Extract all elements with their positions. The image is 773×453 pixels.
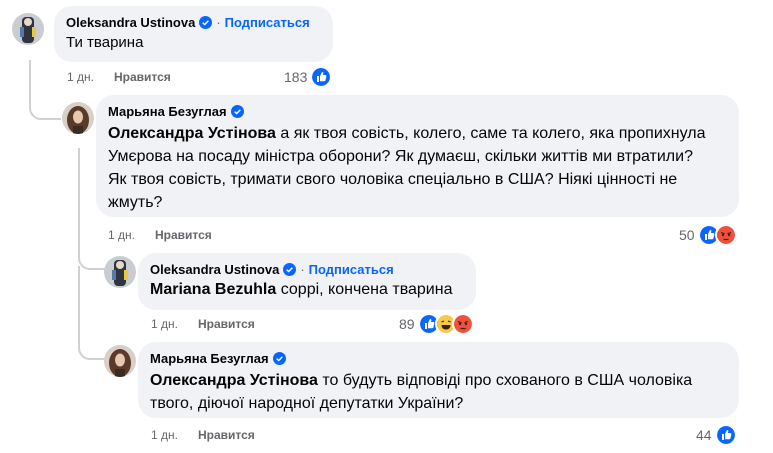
comment-text: Олександра Устінова то будуть відповіді … bbox=[150, 369, 727, 415]
comment-text-line: Як твоя совість, тримати свого чоловіка … bbox=[108, 171, 678, 188]
mention-link[interactable]: Олександра Устінова bbox=[108, 125, 276, 142]
reaction-count: 44 bbox=[696, 427, 712, 443]
comment-text: Олександра Устінова а як твоя совість, к… bbox=[108, 122, 727, 214]
comment-text-line: а як твоя совість, колего, саме та колег… bbox=[275, 125, 706, 142]
comment-bubble: Oleksandra Ustinova · Подписаться Ти тва… bbox=[54, 6, 333, 62]
timestamp[interactable]: 1 дн. bbox=[151, 427, 178, 443]
like-button[interactable]: Нравится bbox=[155, 227, 212, 243]
author-name[interactable]: Oleksandra Ustinova bbox=[150, 261, 279, 278]
reaction-summary[interactable]: 50 bbox=[679, 224, 737, 246]
verified-badge-icon bbox=[283, 263, 297, 276]
author-name[interactable]: Марьяна Безуглая bbox=[150, 350, 269, 367]
timestamp[interactable]: 1 дн. bbox=[151, 316, 178, 332]
like-icon bbox=[310, 66, 333, 88]
thread-line-sub-curve-1 bbox=[78, 248, 106, 270]
comment-text: Ти тварина bbox=[66, 34, 144, 51]
avatar[interactable] bbox=[104, 345, 136, 377]
separator-dot: · bbox=[216, 15, 221, 30]
thread-line-main-curve bbox=[29, 98, 61, 120]
timestamp[interactable]: 1 дн. bbox=[67, 69, 94, 85]
reaction-count: 50 bbox=[679, 227, 695, 243]
comment-meta: 1 дн. Нравится bbox=[151, 427, 255, 443]
reaction-summary[interactable]: 89 bbox=[399, 313, 474, 335]
author-name[interactable]: Марьяна Безуглая bbox=[108, 103, 227, 120]
comment-meta: 1 дн. Нравится bbox=[151, 316, 255, 332]
comment-bubble: Марьяна Безуглая Олександра Устінова а я… bbox=[96, 95, 739, 217]
thread-line-sub bbox=[78, 148, 80, 248]
timestamp[interactable]: 1 дн. bbox=[108, 227, 135, 243]
comment-text-line: то будуть відповіді про схованого в США … bbox=[317, 372, 693, 389]
angry-icon bbox=[714, 224, 737, 246]
like-button[interactable]: Нравится bbox=[114, 69, 171, 85]
comment-text: Mariana Bezuhla соррі, кончена тварина bbox=[150, 280, 464, 300]
thread-line-sub-2 bbox=[78, 266, 80, 346]
comment-text-line: Умєрова на посаду міністра оборони? Як д… bbox=[108, 148, 693, 165]
verified-badge-icon bbox=[199, 16, 213, 29]
like-icon bbox=[714, 424, 737, 446]
separator-dot: · bbox=[300, 262, 305, 277]
author-name[interactable]: Oleksandra Ustinova bbox=[66, 14, 195, 31]
reaction-summary[interactable]: 183 bbox=[284, 66, 333, 88]
verified-badge-icon bbox=[272, 352, 286, 365]
mention-link[interactable]: Олександра Устінова bbox=[150, 372, 318, 389]
comment-meta: 1 дн. Нравится bbox=[67, 69, 171, 85]
like-button[interactable]: Нравится bbox=[198, 316, 255, 332]
angry-icon bbox=[451, 313, 474, 335]
reaction-count: 89 bbox=[399, 316, 415, 332]
avatar[interactable] bbox=[62, 102, 94, 134]
comment-bubble: Oleksandra Ustinova · Подписаться Marian… bbox=[138, 253, 476, 310]
comment-text-line: соррі, кончена тварина bbox=[276, 281, 453, 298]
thread-line-sub-curve-2 bbox=[78, 338, 106, 360]
avatar[interactable] bbox=[12, 13, 44, 45]
mention-link[interactable]: Mariana Bezuhla bbox=[150, 281, 276, 298]
reaction-count: 183 bbox=[284, 69, 308, 85]
comment-bubble: Марьяна Безуглая Олександра Устінова то … bbox=[138, 342, 739, 418]
like-button[interactable]: Нравится bbox=[198, 427, 255, 443]
comment-text-line: твого, діючої народної депутатки України… bbox=[150, 395, 464, 412]
follow-button[interactable]: Подписаться bbox=[225, 14, 310, 31]
comment-text-line: жмуть? bbox=[108, 194, 163, 211]
reaction-summary[interactable]: 44 bbox=[696, 424, 737, 446]
thread-line-main bbox=[29, 60, 31, 100]
follow-button[interactable]: Подписаться bbox=[309, 261, 394, 278]
comment-meta: 1 дн. Нравится bbox=[108, 227, 212, 243]
avatar[interactable] bbox=[104, 256, 136, 288]
verified-badge-icon bbox=[230, 105, 244, 118]
